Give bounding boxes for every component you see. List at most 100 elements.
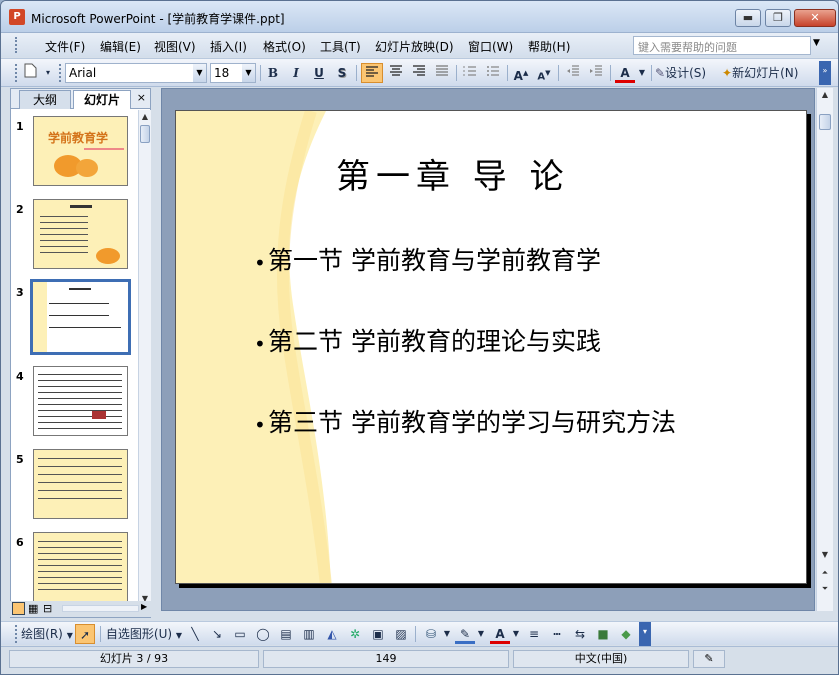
- thumbnail-scrollbar[interactable]: ▲ ▼: [138, 110, 151, 605]
- menu-slideshow[interactable]: 幻灯片放映(D): [375, 38, 454, 55]
- vertical-text-box-icon[interactable]: ▥: [299, 624, 319, 644]
- powerpoint-icon[interactable]: P: [9, 9, 25, 25]
- toolbar-overflow-icon[interactable]: »: [819, 61, 831, 85]
- italic-button[interactable]: I: [287, 63, 305, 83]
- text-box-icon[interactable]: ▤: [276, 624, 296, 644]
- menu-help[interactable]: 帮助(H): [528, 38, 570, 55]
- scroll-up-icon[interactable]: ▲: [139, 110, 151, 123]
- decrease-indent-icon[interactable]: [563, 63, 583, 83]
- line-color-icon[interactable]: ✎: [455, 624, 475, 644]
- normal-view-icon[interactable]: [12, 602, 25, 615]
- slide-thumbnail-2[interactable]: [33, 199, 128, 269]
- horizontal-scrollbar[interactable]: [62, 605, 139, 612]
- toolbar-grip-2[interactable]: [59, 64, 62, 82]
- menu-window[interactable]: 窗口(W): [468, 38, 513, 55]
- toolbar-grip[interactable]: [15, 625, 18, 643]
- oval-icon[interactable]: ◯: [253, 624, 273, 644]
- line-icon[interactable]: ╲: [186, 624, 204, 644]
- bullets-icon[interactable]: [483, 63, 503, 83]
- slide-thumbnail-3[interactable]: [30, 279, 131, 355]
- drawing-toolbar: 绘图(R) ▼ ➚ 自选图形(U) ▼ ╲ ↘ ▭ ◯ ▤ ▥ ◭ ✲ ▣ ▨ …: [1, 621, 838, 646]
- decrease-font-icon[interactable]: A▼: [534, 63, 554, 83]
- increase-indent-icon[interactable]: [586, 63, 606, 83]
- arrow-style-icon[interactable]: ⇆: [570, 624, 590, 644]
- help-search-input[interactable]: 键入需要帮助的问题: [633, 36, 811, 55]
- tab-slides[interactable]: 幻灯片: [73, 90, 131, 109]
- bullet-item[interactable]: •第三节 学前教育学的学习与研究方法: [254, 403, 676, 439]
- select-objects-icon[interactable]: ➚: [75, 624, 95, 644]
- picture-icon[interactable]: ▨: [391, 624, 411, 644]
- minimize-button[interactable]: ▬: [735, 9, 761, 27]
- spelling-icon[interactable]: ✎: [693, 650, 725, 668]
- menu-edit[interactable]: 编辑(E): [100, 38, 141, 55]
- restore-button[interactable]: ❐: [765, 9, 791, 27]
- chevron-down-icon[interactable]: ▼: [512, 624, 520, 644]
- menu-insert[interactable]: 插入(I): [210, 38, 247, 55]
- slide-thumbnail-1[interactable]: 学前教育学: [33, 116, 128, 186]
- fill-color-icon[interactable]: ⛁: [420, 624, 442, 644]
- scroll-thumb[interactable]: [819, 114, 831, 130]
- toolbar-overflow-icon[interactable]: ▾: [639, 622, 651, 646]
- next-slide-icon[interactable]: ⏷: [817, 582, 833, 595]
- bullet-item[interactable]: •第一节 学前教育与学前教育学: [254, 241, 601, 277]
- close-button[interactable]: ✕: [794, 9, 836, 27]
- previous-slide-icon[interactable]: ⏶: [817, 566, 833, 579]
- font-color-icon[interactable]: A: [615, 63, 635, 83]
- bullet-item[interactable]: •第二节 学前教育的理论与实践: [254, 322, 601, 358]
- numbering-icon[interactable]: [460, 63, 480, 83]
- menu-grip[interactable]: [15, 37, 18, 53]
- help-dropdown-icon[interactable]: ▼: [813, 38, 820, 48]
- wordart-icon[interactable]: ◭: [322, 624, 342, 644]
- bold-button[interactable]: B: [264, 63, 282, 83]
- thumb-line: [84, 148, 124, 150]
- close-icon[interactable]: ×: [137, 91, 146, 104]
- clip-art-icon[interactable]: ▣: [368, 624, 388, 644]
- chevron-down-icon[interactable]: ▼: [242, 64, 255, 82]
- chevron-down-icon[interactable]: ▼: [477, 624, 485, 644]
- underline-button[interactable]: U: [310, 63, 328, 83]
- tab-outline[interactable]: 大纲: [19, 90, 71, 109]
- menu-file[interactable]: 文件(F): [45, 38, 85, 55]
- menu-format[interactable]: 格式(O): [263, 38, 306, 55]
- scroll-up-icon[interactable]: ▲: [817, 88, 833, 101]
- 3d-style-icon[interactable]: ◆: [616, 624, 636, 644]
- increase-font-icon[interactable]: A▲: [511, 63, 531, 83]
- align-center-icon[interactable]: [386, 63, 406, 83]
- font-size-select[interactable]: 18 ▼: [210, 63, 256, 83]
- scroll-thumb[interactable]: [140, 125, 150, 143]
- scroll-right-icon[interactable]: ▶: [141, 602, 147, 611]
- slide-canvas[interactable]: 第一章 导 论 •第一节 学前教育与学前教育学 •第二节 学前教育的理论与实践 …: [175, 110, 807, 584]
- design-button[interactable]: ✎设计(S): [655, 63, 717, 83]
- chevron-down-icon[interactable]: ▼: [443, 624, 451, 644]
- align-left-icon[interactable]: [361, 63, 383, 83]
- font-color-icon[interactable]: A: [490, 624, 510, 644]
- draw-menu-button[interactable]: 绘图(R) ▼: [21, 624, 73, 644]
- align-right-icon[interactable]: [409, 63, 429, 83]
- diagram-icon[interactable]: ✲: [345, 624, 365, 644]
- scroll-down-icon[interactable]: ▼: [817, 548, 833, 561]
- toolbar-options-icon[interactable]: ▾: [43, 63, 53, 83]
- menu-tools[interactable]: 工具(T): [320, 38, 361, 55]
- slide-sorter-icon[interactable]: ▦: [28, 602, 38, 615]
- justify-icon[interactable]: [432, 63, 452, 83]
- new-slide-button[interactable]: ✦新幻灯片(N): [722, 63, 812, 83]
- dash-style-icon[interactable]: ┅: [547, 624, 567, 644]
- slide-thumbnail-6[interactable]: [33, 532, 128, 602]
- toolbar-grip[interactable]: [15, 64, 18, 82]
- chevron-down-icon[interactable]: ▼: [637, 63, 647, 83]
- slideshow-icon[interactable]: ⊟: [43, 602, 52, 615]
- chevron-down-icon[interactable]: ▼: [193, 64, 206, 82]
- line-style-icon[interactable]: ≡: [524, 624, 544, 644]
- slide-title[interactable]: 第一章 导 论: [336, 149, 570, 198]
- shadow-button[interactable]: S: [333, 63, 351, 83]
- slide-thumbnail-4[interactable]: [33, 366, 128, 436]
- slide-thumbnail-5[interactable]: [33, 449, 128, 519]
- menu-view[interactable]: 视图(V): [154, 38, 196, 55]
- editor-vertical-scrollbar[interactable]: ▲ ▼ ⏶ ⏷: [816, 88, 833, 611]
- shadow-style-icon[interactable]: ■: [593, 624, 613, 644]
- autoshapes-button[interactable]: 自选图形(U) ▼: [105, 624, 183, 644]
- arrow-icon[interactable]: ↘: [208, 624, 226, 644]
- font-name-select[interactable]: Arial ▼: [65, 63, 207, 83]
- new-document-icon[interactable]: [22, 63, 38, 83]
- rectangle-icon[interactable]: ▭: [230, 624, 250, 644]
